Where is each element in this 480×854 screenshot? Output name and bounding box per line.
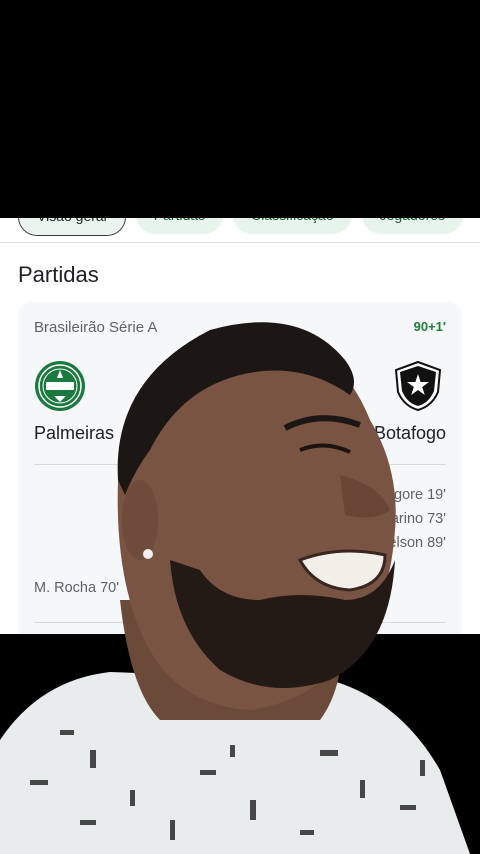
tab-overview[interactable]: Visão geral <box>18 218 126 236</box>
tabs-divider <box>0 242 480 243</box>
section-title: Partidas <box>18 262 99 287</box>
tab-players[interactable]: Jogadores <box>361 218 464 234</box>
video-black-top <box>0 0 480 220</box>
tab-standings[interactable]: Classificação <box>233 218 352 234</box>
tab-matches[interactable]: Partidas <box>135 218 224 234</box>
tab-chips: Visão geral Partidas Classificação Jogad… <box>18 218 464 236</box>
person-overlay-image <box>0 322 470 854</box>
